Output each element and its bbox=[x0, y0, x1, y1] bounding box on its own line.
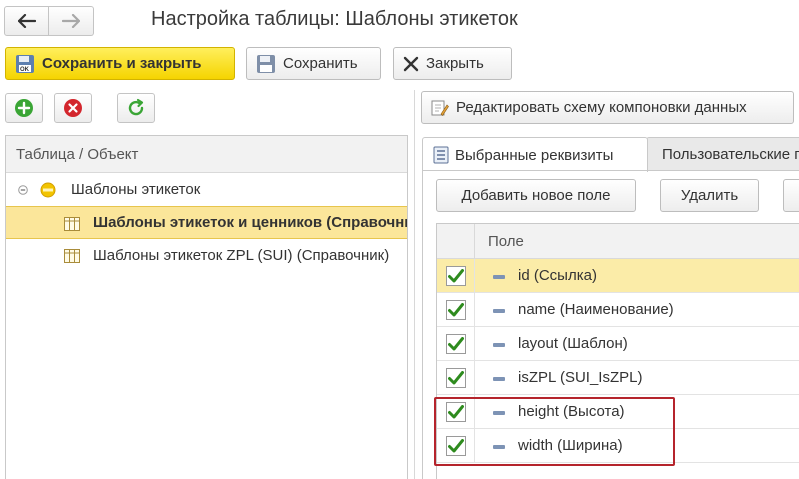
page-title: Настройка таблицы: Шаблоны этикеток bbox=[151, 8, 518, 30]
field-checkbox[interactable] bbox=[445, 300, 466, 320]
checkmark-icon bbox=[447, 439, 464, 453]
table-row[interactable]: name (Наименование) bbox=[437, 293, 799, 327]
edit-schema-label: Редактировать схему компоновки данных bbox=[456, 99, 747, 116]
close-button[interactable]: Закрыть bbox=[393, 47, 512, 80]
field-label: name (Наименование) bbox=[518, 301, 674, 318]
delete-field-label: Удалить bbox=[680, 187, 739, 204]
dash-icon bbox=[493, 275, 505, 279]
tree-item-label: Шаблоны этикеток и ценников (Справочник) bbox=[93, 214, 408, 231]
forward-button[interactable] bbox=[49, 6, 94, 36]
dash-icon bbox=[493, 343, 505, 347]
table-row[interactable]: height (Высота) bbox=[437, 395, 799, 429]
close-label: Закрыть bbox=[426, 55, 484, 72]
field-checkbox[interactable] bbox=[445, 436, 466, 456]
field-checkbox[interactable] bbox=[445, 266, 466, 286]
tab-selected-fields-label: Выбранные реквизиты bbox=[455, 146, 614, 164]
tree-item-root[interactable]: Шаблоны этикеток bbox=[6, 173, 407, 206]
floppy-icon bbox=[257, 54, 275, 73]
table-icon bbox=[64, 249, 80, 263]
plus-circle-icon bbox=[15, 99, 33, 117]
tab-custom-fields[interactable]: fx Пользовательские поля bbox=[646, 137, 799, 171]
list-icon bbox=[433, 146, 449, 164]
field-label: width (Ширина) bbox=[518, 437, 623, 454]
tab-custom-fields-label: Пользовательские поля bbox=[662, 145, 799, 163]
dash-icon bbox=[493, 445, 505, 449]
yellow-circle-icon bbox=[40, 182, 56, 198]
dash-icon bbox=[493, 377, 505, 381]
field-checkbox[interactable] bbox=[445, 402, 466, 422]
save-and-close-button[interactable]: OK Сохранить и закрыть bbox=[5, 47, 235, 80]
table-row[interactable]: id (Ссылка) bbox=[437, 259, 799, 293]
checkmark-icon bbox=[447, 371, 464, 385]
checkmark-icon bbox=[447, 405, 464, 419]
x-circle-icon bbox=[64, 99, 82, 117]
field-checkbox[interactable] bbox=[445, 334, 466, 354]
pencil-sheet-icon bbox=[431, 100, 449, 116]
field-checkbox[interactable] bbox=[445, 368, 466, 388]
delete-row-button[interactable] bbox=[54, 93, 92, 123]
save-and-close-label: Сохранить и закрыть bbox=[42, 55, 202, 72]
refresh-button[interactable] bbox=[117, 93, 155, 123]
fields-table: Поле id (Ссылка) name (Наименование) lay… bbox=[436, 223, 799, 479]
tree-item-label: Шаблоны этикеток ZPL (SUI) (Справочник) bbox=[93, 247, 390, 264]
arrow-right-icon bbox=[62, 14, 80, 28]
field-label: height (Высота) bbox=[518, 403, 625, 420]
refresh-icon bbox=[128, 98, 144, 116]
edit-schema-button[interactable]: Редактировать схему компоновки данных bbox=[421, 91, 794, 124]
field-label: layout (Шаблон) bbox=[518, 335, 628, 352]
object-column-header: Таблица / Объект bbox=[6, 136, 407, 173]
tab-selected-fields[interactable]: Выбранные реквизиты bbox=[422, 137, 648, 172]
save-button[interactable]: Сохранить bbox=[246, 47, 381, 80]
check-column-header bbox=[437, 224, 475, 259]
add-new-field-label: Добавить новое поле bbox=[461, 187, 611, 204]
table-row[interactable]: isZPL (SUI_IsZPL) bbox=[437, 361, 799, 395]
table-row[interactable]: layout (Шаблон) bbox=[437, 327, 799, 361]
tree-item[interactable]: Шаблоны этикеток ZPL (SUI) (Справочник) bbox=[6, 239, 407, 272]
floppy-ok-icon: OK bbox=[16, 54, 34, 73]
add-button[interactable] bbox=[5, 93, 43, 123]
tree-item-label: Шаблоны этикеток bbox=[71, 181, 201, 198]
dash-icon bbox=[493, 411, 505, 415]
minus-small-icon[interactable] bbox=[18, 185, 28, 195]
object-tree-panel: Таблица / Объект Шаблоны этикеток Шаблон… bbox=[5, 135, 408, 479]
more-button[interactable] bbox=[783, 179, 799, 212]
panel-splitter[interactable] bbox=[414, 90, 415, 479]
delete-field-button[interactable]: Удалить bbox=[660, 179, 759, 212]
table-icon bbox=[64, 217, 80, 231]
table-header: Поле bbox=[437, 224, 799, 259]
add-new-field-button[interactable]: Добавить новое поле bbox=[436, 179, 636, 212]
tree-item-selected[interactable]: Шаблоны этикеток и ценников (Справочник) bbox=[6, 206, 408, 239]
back-button[interactable] bbox=[4, 6, 49, 36]
checkmark-icon bbox=[447, 337, 464, 351]
x-icon bbox=[403, 56, 419, 71]
svg-text:OK: OK bbox=[20, 67, 30, 73]
field-label: id (Ссылка) bbox=[518, 267, 597, 284]
field-label: isZPL (SUI_IsZPL) bbox=[518, 369, 643, 386]
table-row[interactable]: width (Ширина) bbox=[437, 429, 799, 463]
checkmark-icon bbox=[447, 303, 464, 317]
checkmark-icon bbox=[447, 269, 464, 283]
arrow-left-icon bbox=[17, 14, 36, 28]
save-label: Сохранить bbox=[283, 55, 358, 72]
field-column-header: Поле bbox=[488, 233, 524, 250]
dash-icon bbox=[493, 309, 505, 313]
